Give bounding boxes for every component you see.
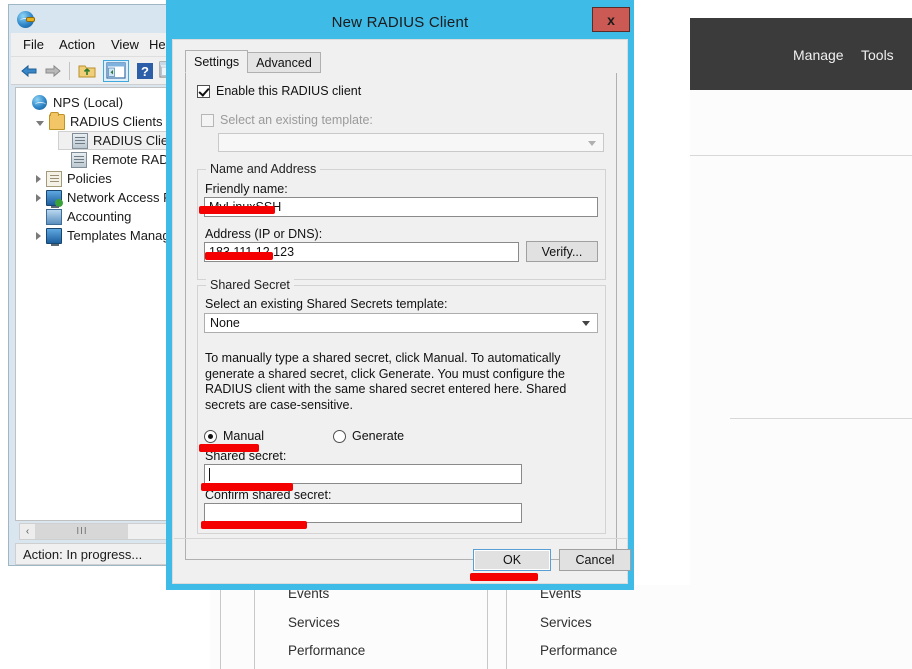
expander-closed-icon[interactable] xyxy=(36,231,41,240)
dialog-titlebar: New RADIUS Client x xyxy=(172,6,630,39)
shared-secret-help-text: To manually type a shared secret, click … xyxy=(205,351,567,412)
friendly-name-label: Friendly name: xyxy=(205,182,288,196)
server-manager-topbar: Manage Tools xyxy=(690,18,912,90)
confirm-shared-secret-input[interactable] xyxy=(204,503,522,523)
dialog-body: Settings Advanced Enable this RADIUS cli… xyxy=(172,39,631,584)
manual-radio-label: Manual xyxy=(223,429,264,443)
new-radius-client-dialog: New RADIUS Client x Settings Advanced En… xyxy=(166,0,634,590)
shared-secret-title: Shared Secret xyxy=(206,278,294,292)
friendly-name-input[interactable]: MyLinuxSSH xyxy=(204,197,598,217)
close-icon[interactable]: x xyxy=(592,7,630,32)
tile-divider-3 xyxy=(506,585,507,669)
chevron-down-icon xyxy=(582,321,590,326)
address-label: Address (IP or DNS): xyxy=(205,227,323,241)
tile-link-services-2[interactable]: Services xyxy=(540,615,592,630)
tree-item-nps-local[interactable]: NPS (Local) xyxy=(22,93,123,112)
expander-closed-icon[interactable] xyxy=(36,174,41,183)
friendly-name-value: MyLinuxSSH xyxy=(209,200,282,214)
tree-item-policies[interactable]: Policies xyxy=(36,169,112,188)
help-icon[interactable]: ? xyxy=(135,61,155,81)
sm-divider-2 xyxy=(730,418,912,419)
server-manager-body xyxy=(690,90,912,669)
generate-radio-option[interactable]: Generate xyxy=(333,429,404,443)
menu-view[interactable]: View xyxy=(111,37,139,52)
radius-client-icon xyxy=(72,132,88,149)
checkbox-icon[interactable] xyxy=(201,113,214,127)
status-text: Action: In progress... xyxy=(23,546,143,562)
expander-open-icon[interactable] xyxy=(36,120,44,126)
tab-settings[interactable]: Settings xyxy=(185,50,249,73)
generate-radio-label: Generate xyxy=(352,429,405,443)
toolbar-separator xyxy=(69,62,70,80)
server-group-icon xyxy=(71,151,87,168)
manual-radio-option[interactable]: Manual xyxy=(204,429,264,443)
tree-label: NPS (Local) xyxy=(53,95,124,110)
expander-closed-icon[interactable] xyxy=(36,193,41,202)
dialog-tabs: Settings Advanced xyxy=(185,50,321,73)
enable-radius-client-checkbox[interactable]: Enable this RADIUS client xyxy=(197,84,361,98)
tree-item-accounting[interactable]: Accounting xyxy=(36,207,131,226)
folder-icon xyxy=(49,111,65,130)
tile-link-services[interactable]: Services xyxy=(288,615,340,630)
cancel-button[interactable]: Cancel xyxy=(559,549,631,571)
dialog-footer-separator xyxy=(174,538,628,539)
screen-root: Manage Tools Events Services Performance… xyxy=(0,0,912,669)
tree-item-network-access-protection[interactable]: Network Access Prot xyxy=(36,188,187,208)
shared-secret-label: Shared secret: xyxy=(205,449,287,463)
svg-text:?: ? xyxy=(141,64,149,79)
checkbox-icon[interactable] xyxy=(197,84,210,98)
radio-icon[interactable] xyxy=(204,429,217,443)
menu-tools[interactable]: Tools xyxy=(861,47,894,63)
ok-button[interactable]: OK xyxy=(473,549,551,571)
dialog-title: New RADIUS Client xyxy=(331,14,469,31)
policy-doc-icon xyxy=(46,170,62,187)
sm-divider-1 xyxy=(690,155,912,156)
tree-label: Accounting xyxy=(67,209,132,224)
accounting-monitor-icon xyxy=(46,208,62,225)
up-folder-icon[interactable] xyxy=(77,61,97,81)
enable-radius-client-label: Enable this RADIUS client xyxy=(216,84,362,98)
templates-monitor-icon xyxy=(46,227,62,246)
radio-icon[interactable] xyxy=(333,429,346,443)
shared-secrets-template-label: Select an existing Shared Secrets templa… xyxy=(205,297,448,311)
tree-horizontal-scrollbar[interactable]: ‹ III xyxy=(19,523,179,540)
shared-secrets-template-value: None xyxy=(210,316,240,330)
key-icon xyxy=(26,17,35,22)
address-input[interactable]: 183.111.12.123 xyxy=(204,242,519,262)
name-and-address-title: Name and Address xyxy=(206,162,321,176)
verify-button[interactable]: Verify... xyxy=(526,241,598,262)
shared-secret-input[interactable] xyxy=(204,464,522,484)
template-combobox[interactable] xyxy=(218,133,604,152)
tile-divider-2 xyxy=(487,585,488,669)
server-manager-tiles: Events Services Performance Events Servi… xyxy=(210,585,912,669)
forward-arrow-icon[interactable] xyxy=(43,61,63,81)
shared-secrets-template-combobox[interactable]: None xyxy=(204,313,598,333)
tile-divider-1 xyxy=(254,585,255,669)
menu-file[interactable]: File xyxy=(23,37,44,52)
select-existing-template-label: Select an existing template: xyxy=(220,113,373,127)
show-hide-tree-icon[interactable] xyxy=(103,60,129,82)
tile-link-performance-2[interactable]: Performance xyxy=(540,643,617,658)
scrollbar-thumb[interactable]: III xyxy=(36,524,128,539)
tab-advanced[interactable]: Advanced xyxy=(247,52,321,73)
tile-divider-0 xyxy=(220,585,221,669)
tree-label: Policies xyxy=(67,171,112,186)
chevron-down-icon xyxy=(588,140,596,146)
nap-monitor-icon xyxy=(46,189,63,208)
address-value: 183.111.12.123 xyxy=(209,245,295,259)
select-existing-template-checkbox[interactable]: Select an existing template: xyxy=(201,113,373,127)
scroll-left-button[interactable]: ‹ xyxy=(20,524,36,539)
nps-app-icon xyxy=(17,11,35,28)
confirm-shared-secret-label: Confirm shared secret: xyxy=(205,488,332,502)
menu-manage[interactable]: Manage xyxy=(793,47,844,63)
back-arrow-icon[interactable] xyxy=(19,61,39,81)
menu-action[interactable]: Action xyxy=(59,37,95,52)
globe-icon xyxy=(32,94,48,111)
tile-link-performance[interactable]: Performance xyxy=(288,643,365,658)
tree-item-templates-management[interactable]: Templates Managem xyxy=(36,226,188,246)
